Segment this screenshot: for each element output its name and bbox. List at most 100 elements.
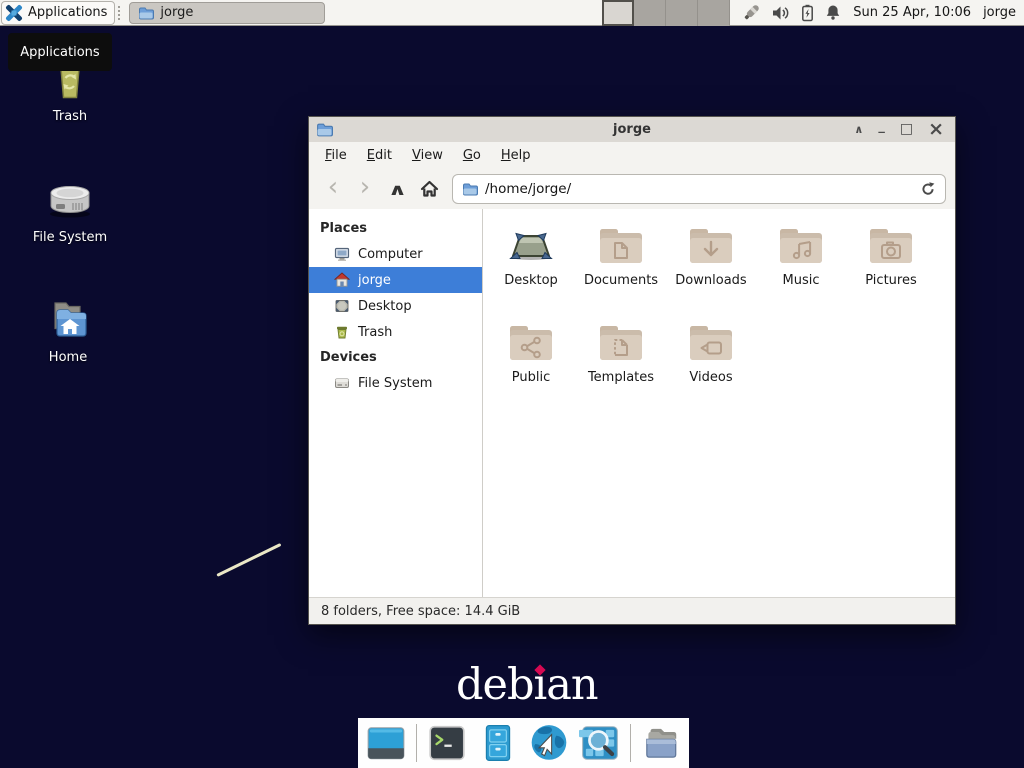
workspace-switcher[interactable]	[602, 0, 730, 26]
desktop: Applications jorge	[0, 0, 1024, 768]
workspace-cell[interactable]	[666, 0, 698, 26]
path-text[interactable]: /home/jorge/	[485, 181, 913, 197]
desktop-icon-label: Trash	[53, 109, 87, 124]
folder-launcher[interactable]	[640, 722, 682, 764]
home-icon	[334, 272, 350, 288]
status-text: 8 folders, Free space: 14.4 GiB	[321, 604, 520, 619]
clock[interactable]: Sun 25 Apr, 10:06	[853, 5, 971, 20]
menu-file[interactable]: File	[315, 144, 357, 167]
menu-view[interactable]: View	[402, 144, 453, 167]
file-item-public[interactable]: Public	[486, 319, 576, 416]
bell-icon[interactable]	[825, 4, 841, 21]
applications-tooltip: Applications	[8, 33, 112, 71]
folder-public-icon	[507, 319, 555, 367]
file-item-music[interactable]: Music	[756, 222, 846, 319]
sidebar-item-label: jorge	[358, 273, 391, 288]
location-bar[interactable]: /home/jorge/	[452, 174, 946, 204]
file-item-documents[interactable]: Documents	[576, 222, 666, 319]
username[interactable]: jorge	[983, 5, 1016, 20]
workspace-cell[interactable]	[698, 0, 730, 26]
desktop-icon-label: Home	[49, 350, 87, 365]
debian-logo-text: deb	[456, 660, 534, 710]
sidebar-item-desktop[interactable]: Desktop	[309, 293, 482, 319]
applications-menu-label: Applications	[28, 5, 107, 20]
workspace-cell[interactable]	[634, 0, 666, 26]
folder-icon	[138, 5, 154, 21]
toolbar: ‹ › ∧ /home/jorge/	[309, 169, 955, 209]
debian-logo-text: an	[546, 660, 597, 710]
sidebar-item-trash[interactable]: Trash	[309, 319, 482, 345]
system-tray	[742, 3, 841, 22]
taskbar-window-button[interactable]: jorge	[129, 2, 325, 24]
volume-icon[interactable]	[772, 5, 790, 21]
file-manager-launcher[interactable]	[477, 722, 519, 764]
shade-button[interactable]: ∧	[854, 117, 863, 142]
close-button[interactable]: ×	[928, 117, 944, 142]
folder-documents-icon	[597, 222, 645, 270]
file-item-pictures[interactable]: Pictures	[846, 222, 936, 319]
file-item-videos[interactable]: Videos	[666, 319, 756, 416]
taskbar-window-label: jorge	[160, 5, 193, 20]
applications-menu-button[interactable]: Applications	[1, 1, 115, 25]
status-bar: 8 folders, Free space: 14.4 GiB	[309, 597, 955, 624]
window-folder-icon	[316, 121, 333, 138]
folder-icon	[640, 722, 682, 764]
desktop-icon-home[interactable]: Home	[12, 296, 124, 365]
file-item-label: Videos	[689, 370, 732, 385]
home-button[interactable]	[414, 175, 444, 203]
devices-header: Devices	[309, 345, 482, 370]
application-finder-icon	[579, 722, 621, 764]
titlebar-buttons: ∧ _ □ ×	[854, 117, 955, 142]
sidebar-item-label: Computer	[358, 247, 423, 262]
battery-icon[interactable]	[801, 4, 814, 22]
minimize-button[interactable]: _	[878, 114, 885, 139]
back-button[interactable]: ‹	[318, 175, 348, 203]
up-button[interactable]: ∧	[382, 175, 412, 203]
forward-button[interactable]: ›	[350, 175, 380, 203]
file-item-label: Public	[512, 370, 550, 385]
file-item-label: Templates	[588, 370, 654, 385]
application-finder-launcher[interactable]	[579, 722, 621, 764]
xfce-logo-icon	[5, 4, 23, 22]
computer-icon	[334, 246, 350, 262]
file-item-desktop[interactable]: Desktop	[486, 222, 576, 319]
mouse-icon[interactable]	[742, 3, 761, 22]
file-item-label: Desktop	[504, 273, 558, 288]
sidebar-item-label: Trash	[358, 325, 392, 340]
sidebar-item-computer[interactable]: Computer	[309, 241, 482, 267]
maximize-button[interactable]: □	[900, 117, 913, 142]
tooltip-text: Applications	[20, 45, 99, 60]
places-header: Places	[309, 216, 482, 241]
sidebar-item-file-system[interactable]: File System	[309, 370, 482, 396]
menu-go[interactable]: Go	[453, 144, 491, 167]
workspace-cell-active[interactable]	[602, 0, 634, 26]
top-panel: Applications jorge	[0, 0, 1024, 26]
window-titlebar[interactable]: jorge ∧ _ □ ×	[309, 117, 955, 142]
debian-logo: debıan	[456, 660, 598, 710]
folder-pictures-icon	[867, 222, 915, 270]
menu-bar: File Edit View Go Help	[309, 142, 955, 169]
web-browser-icon	[528, 722, 570, 764]
menu-edit[interactable]: Edit	[357, 144, 402, 167]
desktop-special-icon	[507, 222, 555, 270]
path-folder-icon	[462, 181, 478, 197]
menu-help[interactable]: Help	[491, 144, 541, 167]
web-browser-launcher[interactable]	[528, 722, 570, 764]
reload-icon[interactable]	[920, 181, 936, 197]
file-item-label: Documents	[584, 273, 658, 288]
file-cabinet-icon	[477, 722, 519, 764]
sidebar-item-jorge[interactable]: jorge	[309, 267, 482, 293]
back-icon: ‹	[328, 174, 338, 200]
sidebar: Places Computer	[309, 209, 483, 597]
file-item-templates[interactable]: Templates	[576, 319, 666, 416]
desktop-icon-file-system[interactable]: File System	[14, 176, 126, 245]
file-item-downloads[interactable]: Downloads	[666, 222, 756, 319]
terminal-launcher[interactable]	[426, 722, 468, 764]
desktop-icon	[334, 298, 350, 314]
file-item-label: Pictures	[865, 273, 916, 288]
show-desktop-icon	[365, 722, 407, 764]
folder-music-icon	[777, 222, 825, 270]
show-desktop-button[interactable]	[365, 722, 407, 764]
sidebar-item-label: File System	[358, 376, 432, 391]
panel-handle[interactable]	[118, 6, 126, 20]
